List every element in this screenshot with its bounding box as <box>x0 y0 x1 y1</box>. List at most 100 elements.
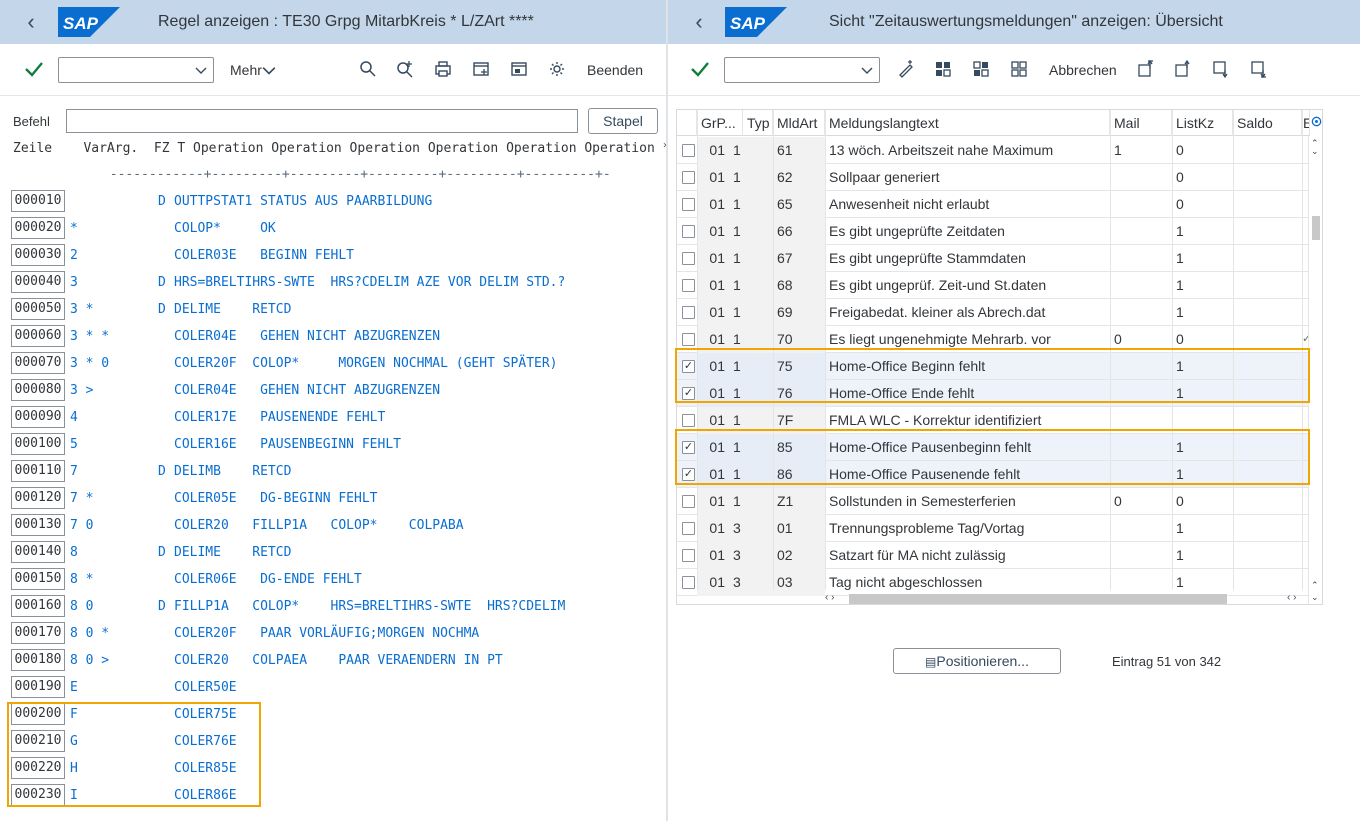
row-checkbox[interactable] <box>682 171 695 184</box>
table-row[interactable]: 01 1 69 Freigabedat. kleiner als Abrech.dat… <box>677 299 1308 326</box>
row-checkbox[interactable] <box>682 549 695 562</box>
scroll-up-icon[interactable]: ⌃ <box>1311 580 1319 591</box>
table-row[interactable]: ✓ 01 1 76 Home-Office Ende fehlt 1 <box>677 380 1308 407</box>
table-row[interactable]: 01 1 61 13 wöch. Arbeitszeit nahe Maximum 1 0 <box>677 137 1308 164</box>
window-icon[interactable] <box>509 59 529 79</box>
line-number-field[interactable]: 000230 <box>11 784 65 806</box>
table-row[interactable]: 01 1 67 Es gibt ungeprüfte Stammdaten 1 <box>677 245 1308 272</box>
line-number-field[interactable]: 000040 <box>11 271 65 293</box>
line-number-field[interactable]: 000140 <box>11 541 65 563</box>
line-number-field[interactable]: 000080 <box>11 379 65 401</box>
search-next-icon[interactable] <box>395 59 415 79</box>
table-row[interactable]: 01 1 7F FMLA WLC - Korrektur identifiziert <box>677 407 1308 434</box>
row-checkbox[interactable]: ✓ <box>682 441 695 454</box>
col-header-typ[interactable]: Typ <box>743 110 773 136</box>
line-number-field[interactable]: 000050 <box>11 298 65 320</box>
table-row[interactable]: ✓ 01 1 86 Home-Office Pausenende fehlt 1 <box>677 461 1308 488</box>
command-combobox[interactable] <box>58 57 214 83</box>
col-header-mail[interactable]: Mail <box>1110 110 1172 136</box>
line-number-field[interactable]: 000130 <box>11 514 65 536</box>
vertical-scrollbar[interactable]: ⌃ ⌄ ⌃ ⌄ <box>1308 136 1322 604</box>
line-number-field[interactable]: 000210 <box>11 730 65 752</box>
row-checkbox[interactable] <box>682 333 695 346</box>
line-number-field[interactable]: 000090 <box>11 406 65 428</box>
select-block-icon[interactable] <box>971 59 991 79</box>
line-number-field[interactable]: 000190 <box>11 676 65 698</box>
scroll-left-icon[interactable]: ‹ › <box>825 592 834 603</box>
row-checkbox[interactable]: ✓ <box>682 468 695 481</box>
checkmark-icon[interactable] <box>688 57 712 81</box>
line-number-field[interactable]: 000030 <box>11 244 65 266</box>
col-header-listkz[interactable]: ListKz <box>1172 110 1233 136</box>
vertical-scroll-thumb[interactable] <box>1312 216 1320 240</box>
new-window-icon[interactable] <box>471 59 491 79</box>
table-row[interactable]: 01 3 01 Trennungsprobleme Tag/Vortag 1 <box>677 515 1308 542</box>
row-checkbox[interactable] <box>682 279 695 292</box>
line-number-field[interactable]: 000120 <box>11 487 65 509</box>
table-settings-icon[interactable] <box>1310 115 1323 128</box>
line-number-field[interactable]: 000020 <box>11 217 65 239</box>
deselect-all-icon[interactable] <box>1009 59 1029 79</box>
col-header-mldart[interactable]: MldArt <box>773 110 825 136</box>
line-number-field[interactable]: 000150 <box>11 568 65 590</box>
first-page-icon[interactable] <box>1136 59 1156 79</box>
line-number-field[interactable]: 000200 <box>11 703 65 725</box>
search-icon[interactable] <box>358 59 378 79</box>
table-row[interactable]: 01 1 68 Es gibt ungeprüf. Zeit-und St.daten… <box>677 272 1308 299</box>
last-page-icon[interactable] <box>1249 59 1269 79</box>
row-checkbox[interactable] <box>682 198 695 211</box>
row-checkbox[interactable]: ✓ <box>682 387 695 400</box>
table-row[interactable]: ✓ 01 1 85 Home-Office Pausenbeginn fehlt 1 <box>677 434 1308 461</box>
scroll-down-icon[interactable]: ⌄ <box>1311 592 1319 603</box>
horizontal-scroll-thumb[interactable] <box>849 594 1227 604</box>
line-number-field[interactable]: 000180 <box>11 649 65 671</box>
line-number-field[interactable]: 000220 <box>11 757 65 779</box>
row-checkbox[interactable] <box>682 414 695 427</box>
cancel-button[interactable]: Abbrechen <box>1049 62 1117 78</box>
checkmark-icon[interactable] <box>22 57 46 81</box>
col-header-text[interactable]: Meldungslangtext <box>825 110 1110 136</box>
back-icon[interactable]: ‹ <box>686 10 712 34</box>
table-row[interactable]: 01 3 02 Satzart für MA nicht zulässig 1 <box>677 542 1308 569</box>
exit-button[interactable]: Beenden <box>587 62 643 78</box>
row-checkbox[interactable] <box>682 225 695 238</box>
row-checkbox[interactable] <box>682 144 695 157</box>
line-number-field[interactable]: 000110 <box>11 460 65 482</box>
table-row[interactable]: 01 1 66 Es gibt ungeprüfte Zeitdaten 1 <box>677 218 1308 245</box>
scroll-down-icon[interactable]: ⌄ <box>1311 146 1319 157</box>
table-row[interactable]: 01 1 65 Anwesenheit nicht erlaubt 0 <box>677 191 1308 218</box>
row-checkbox[interactable] <box>682 495 695 508</box>
more-menu[interactable]: Mehr <box>230 62 262 78</box>
stapel-button[interactable]: Stapel <box>588 108 658 134</box>
display-change-icon[interactable] <box>896 59 916 79</box>
line-number-field[interactable]: 000160 <box>11 595 65 617</box>
back-icon[interactable]: ‹ <box>18 10 44 34</box>
col-header-saldo[interactable]: Saldo <box>1233 110 1302 136</box>
table-row[interactable]: 01 3 03 Tag nicht abgeschlossen 1 <box>677 569 1308 596</box>
line-number-field[interactable]: 000170 <box>11 622 65 644</box>
table-row[interactable]: 01 1 62 Sollpaar generiert 0 <box>677 164 1308 191</box>
table-row[interactable]: 01 1 Z1 Sollstunden in Semesterferien 0 0 <box>677 488 1308 515</box>
line-number-field[interactable]: 000070 <box>11 352 65 374</box>
line-number-field[interactable]: 000060 <box>11 325 65 347</box>
row-checkbox[interactable] <box>682 522 695 535</box>
row-checkbox[interactable] <box>682 252 695 265</box>
command-input[interactable] <box>66 109 578 133</box>
previous-page-icon[interactable] <box>1173 59 1193 79</box>
scroll-right-icon[interactable]: ‹ › <box>1287 592 1296 603</box>
table-row[interactable]: ✓ 01 1 75 Home-Office Beginn fehlt 1 <box>677 353 1308 380</box>
table-row[interactable]: 01 1 70 Es liegt ungenehmigte Mehrarb. vor 0… <box>677 326 1310 353</box>
row-checkbox[interactable] <box>682 306 695 319</box>
select-all-icon[interactable] <box>933 59 953 79</box>
line-number-field[interactable]: 000010 <box>11 190 65 212</box>
command-combobox[interactable] <box>724 57 880 83</box>
print-icon[interactable] <box>433 59 453 79</box>
col-header-e[interactable]: E <box>1302 110 1310 136</box>
row-checkbox[interactable]: ✓ <box>682 360 695 373</box>
line-number-field[interactable]: 000100 <box>11 433 65 455</box>
row-checkbox[interactable] <box>682 576 695 589</box>
position-button[interactable]: ▤Positionieren... <box>893 648 1061 674</box>
col-header-grp[interactable]: GrP... <box>697 110 743 136</box>
settings-icon[interactable] <box>547 59 567 79</box>
next-page-icon[interactable] <box>1211 59 1231 79</box>
